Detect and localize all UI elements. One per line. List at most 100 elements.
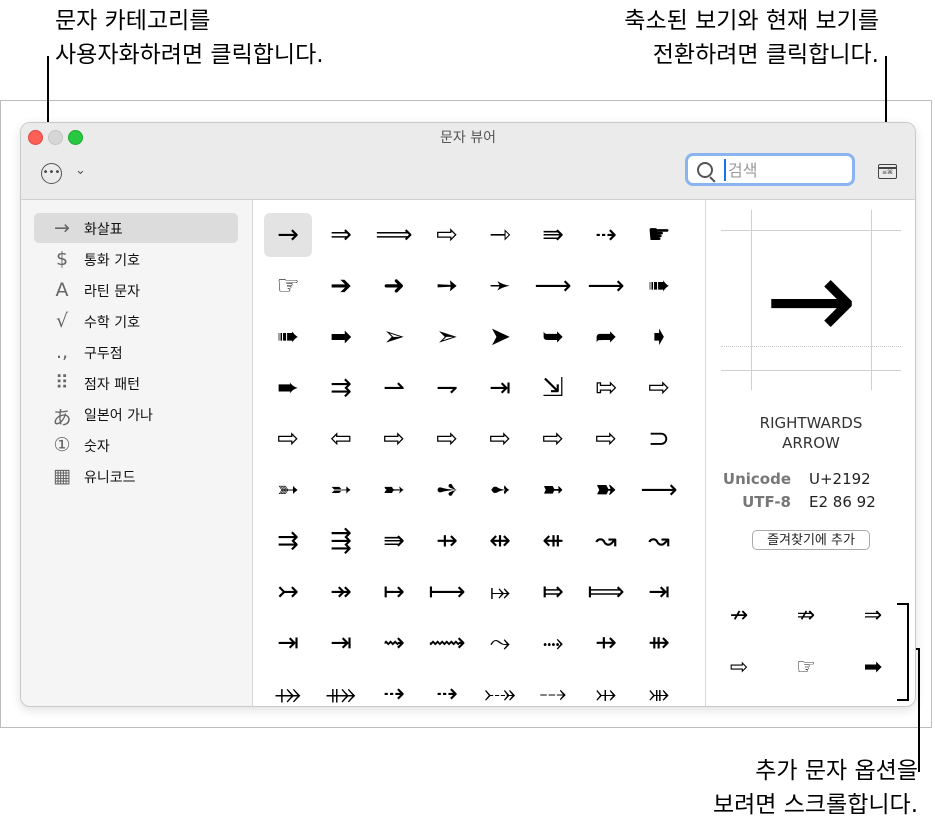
- related-character[interactable]: ⑤: [719, 700, 759, 706]
- character-cell[interactable]: ⤅: [476, 570, 524, 614]
- character-grid[interactable]: → ⇒ ⟹ ⇨ ⇾ ⇛ ⇢ ☛ ☞ ➔ ➜ ➙ ➛ ⟶ ⟶ ➠ ➠ ➡ ➢ ➣ ➤ ➥ ➦ ➧ ➨ ⇉ ⇀ ⇁ ⇥ ⇲ ⇰ ⇨ ⇨ ⇦ ⇨ ⇨ ⇨ ⇨ ⇨ ⊃…: [253, 200, 705, 706]
- character-cell[interactable]: ⤀: [264, 672, 312, 706]
- character-cell[interactable]: ⤳: [476, 621, 524, 665]
- character-cell[interactable]: ➧: [635, 315, 683, 359]
- character-cell[interactable]: ➠: [635, 264, 683, 308]
- sidebar-item[interactable]: → 화살표: [34, 213, 238, 243]
- character-cell[interactable]: ➣: [423, 315, 471, 359]
- character-cell[interactable]: ⟶: [582, 264, 630, 308]
- related-character[interactable]: ⇏: [786, 596, 826, 636]
- character-cell[interactable]: ➵: [317, 468, 365, 512]
- character-cell[interactable]: ➥: [529, 315, 577, 359]
- character-cell[interactable]: ⇨: [370, 417, 418, 461]
- character-cell[interactable]: ⟶: [529, 264, 577, 308]
- character-cell[interactable]: ➸: [370, 468, 418, 512]
- character-cell[interactable]: ⇥: [317, 621, 365, 665]
- sidebar-item[interactable]: ⠿ 점자 패턴: [34, 368, 238, 398]
- view-toggle-icon[interactable]: ≡⌘: [878, 164, 897, 179]
- character-cell[interactable]: ➳: [264, 468, 312, 512]
- character-cell[interactable]: ⇢: [582, 213, 630, 257]
- character-cell[interactable]: ⇻: [635, 621, 683, 665]
- character-cell[interactable]: ➙: [423, 264, 471, 308]
- character-cell[interactable]: ➜: [370, 264, 418, 308]
- character-cell[interactable]: →: [264, 213, 312, 257]
- character-cell[interactable]: ↦: [370, 570, 418, 614]
- character-cell[interactable]: ⟶: [635, 468, 683, 512]
- character-cell[interactable]: ⇉: [317, 366, 365, 410]
- search-field[interactable]: [685, 153, 855, 186]
- character-cell[interactable]: ➛: [476, 264, 524, 308]
- character-cell[interactable]: ⇨: [582, 417, 630, 461]
- character-cell[interactable]: ⇸: [423, 519, 471, 563]
- related-character[interactable]: ☞: [786, 648, 826, 688]
- sidebar-item[interactable]: ., 구두점: [34, 337, 238, 367]
- character-cell[interactable]: ➺: [423, 468, 471, 512]
- character-cell[interactable]: ⇹: [476, 519, 524, 563]
- sidebar-item[interactable]: あ 일본어 가나: [34, 399, 238, 429]
- character-cell[interactable]: ⤐: [476, 672, 524, 706]
- ellipsis-circle-icon[interactable]: •••: [41, 163, 62, 184]
- related-character[interactable]: ➡: [853, 648, 893, 688]
- character-cell[interactable]: ↝: [635, 519, 683, 563]
- character-cell[interactable]: ⇁: [423, 366, 471, 410]
- character-cell[interactable]: ⇥: [264, 621, 312, 665]
- sidebar-item[interactable]: A 라틴 문자: [34, 275, 238, 305]
- character-cell[interactable]: ⇒: [317, 213, 365, 257]
- character-cell[interactable]: ➨: [264, 366, 312, 410]
- sidebar-item[interactable]: √ 수학 기호: [34, 306, 238, 336]
- related-character[interactable]: ⇨: [719, 648, 759, 688]
- character-cell[interactable]: ☞: [264, 264, 312, 308]
- character-cell[interactable]: ⇥: [635, 570, 683, 614]
- character-cell[interactable]: ➡: [317, 315, 365, 359]
- character-cell[interactable]: ⇰: [582, 366, 630, 410]
- character-cell[interactable]: ☛: [635, 213, 683, 257]
- character-cell[interactable]: ⇛: [370, 519, 418, 563]
- character-cell[interactable]: ⤔: [582, 672, 630, 706]
- character-cell[interactable]: ⇨: [635, 366, 683, 410]
- character-cell[interactable]: ↠: [317, 570, 365, 614]
- character-cell[interactable]: ⤁: [317, 672, 365, 706]
- character-cell[interactable]: ➻: [476, 468, 524, 512]
- character-cell[interactable]: ➠: [264, 315, 312, 359]
- character-cell[interactable]: ⇺: [529, 519, 577, 563]
- character-cell[interactable]: ⇝: [370, 621, 418, 665]
- character-cell[interactable]: ⇨: [476, 417, 524, 461]
- character-cell[interactable]: ⤕: [635, 672, 683, 706]
- character-cell[interactable]: ⇥: [476, 366, 524, 410]
- character-cell[interactable]: ⊃: [635, 417, 683, 461]
- character-cell[interactable]: ⟼: [423, 570, 471, 614]
- character-cell[interactable]: ⇨: [264, 417, 312, 461]
- character-cell[interactable]: ➢: [370, 315, 418, 359]
- character-cell[interactable]: ⇉: [264, 519, 312, 563]
- related-character[interactable]: ≒: [786, 700, 826, 706]
- character-cell[interactable]: ⇦: [317, 417, 365, 461]
- character-cell[interactable]: ⇢: [423, 672, 471, 706]
- character-cell[interactable]: ⇨: [423, 213, 471, 257]
- character-cell[interactable]: ⇾: [476, 213, 524, 257]
- character-cell[interactable]: ➤: [476, 315, 524, 359]
- character-cell[interactable]: ⇀: [370, 366, 418, 410]
- character-cell[interactable]: ➦: [582, 315, 630, 359]
- sidebar-item[interactable]: ① 숫자: [34, 430, 238, 460]
- character-cell[interactable]: ⤑: [529, 621, 577, 665]
- search-input[interactable]: [724, 159, 848, 181]
- related-character[interactable]: ⇒: [853, 596, 893, 636]
- character-cell[interactable]: ⇨: [529, 417, 577, 461]
- character-cell[interactable]: ⤇: [529, 570, 577, 614]
- character-cell[interactable]: ↝: [582, 519, 630, 563]
- character-cell[interactable]: ⟿: [423, 621, 471, 665]
- related-character[interactable]: ↛: [719, 596, 759, 636]
- sidebar-item[interactable]: $ 통화 기호: [34, 244, 238, 274]
- character-cell[interactable]: ⇛: [529, 213, 577, 257]
- character-cell[interactable]: ⤏: [529, 672, 577, 706]
- character-cell[interactable]: ➽: [582, 468, 630, 512]
- character-cell[interactable]: ⇢: [370, 672, 418, 706]
- character-cell[interactable]: ➼: [529, 468, 577, 512]
- character-cell[interactable]: ➔: [317, 264, 365, 308]
- sidebar-item[interactable]: ▦ 유니코드: [34, 461, 238, 491]
- add-to-favorites-button[interactable]: 즐겨찾기에 추가: [752, 530, 870, 550]
- character-cell[interactable]: ⇲: [529, 366, 577, 410]
- character-cell[interactable]: ⇶: [317, 519, 365, 563]
- character-cell[interactable]: ⇸: [582, 621, 630, 665]
- character-cell[interactable]: ↣: [264, 570, 312, 614]
